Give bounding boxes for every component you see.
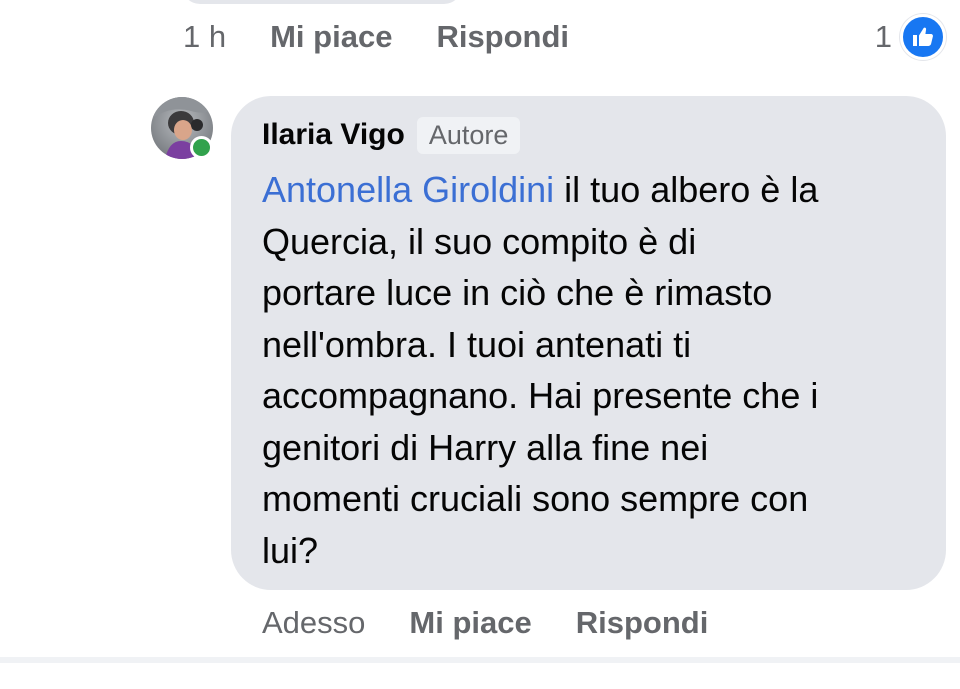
section-divider: [0, 657, 960, 663]
comment-thread: 1 h Mi piace Rispondi 1 Ilaria Vigo Auto…: [0, 0, 960, 689]
comment-line: lui?: [262, 529, 319, 571]
author-avatar[interactable]: [151, 97, 213, 159]
comment-line: nell'ombra. I tuoi antenati ti: [262, 323, 692, 365]
comment-line: momenti cruciali sono sempre con: [262, 478, 809, 519]
mention-link[interactable]: Antonella Giroldini: [262, 169, 554, 210]
author-badge: Autore: [416, 116, 521, 154]
comment-bubble: Ilaria Vigo Autore Antonella Giroldini i…: [231, 96, 946, 590]
comment-line: genitori di Harry alla fine nei: [262, 426, 709, 468]
comment-line: Quercia, il suo compito è di: [262, 220, 697, 262]
previous-like-button[interactable]: Mi piace: [270, 19, 392, 55]
reply-button[interactable]: Rispondi: [576, 605, 709, 641]
thumbs-up-icon: [900, 14, 946, 60]
comment-actions: Adesso Mi piace Rispondi: [262, 600, 708, 646]
comment-text: Antonella Giroldini il tuo albero è la Q…: [262, 164, 922, 576]
comment-line: il tuo albero è la: [554, 169, 819, 210]
author-name[interactable]: Ilaria Vigo: [262, 118, 405, 152]
comment-header: Ilaria Vigo Autore: [262, 114, 922, 156]
comment-line: accompagnano. Hai presente che i: [262, 375, 819, 416]
previous-comment-time: 1 h: [183, 19, 227, 54]
online-status-indicator: [190, 136, 213, 159]
like-button[interactable]: Mi piace: [409, 605, 531, 641]
previous-comment-actions: 1 h Mi piace Rispondi: [183, 14, 569, 60]
reaction-summary[interactable]: 1: [875, 14, 946, 60]
comment-time: Adesso: [262, 605, 366, 640]
reaction-count: 1: [874, 19, 892, 54]
comment-line: portare luce in ciò che è rimasto: [262, 272, 773, 313]
previous-reply-button[interactable]: Rispondi: [436, 19, 569, 55]
previous-comment-bubble: [182, 0, 462, 4]
